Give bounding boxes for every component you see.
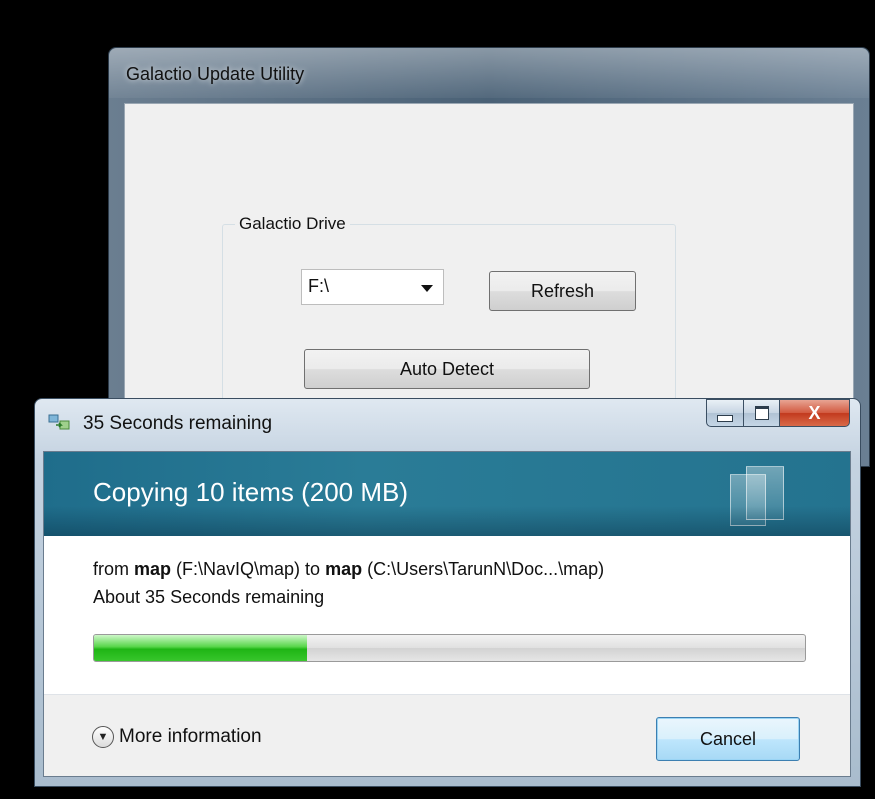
caption-buttons: X	[706, 399, 850, 429]
source-name[interactable]: map	[134, 559, 171, 579]
drive-group-label: Galactio Drive	[235, 214, 350, 234]
destination-path: (C:\Users\TarunN\Doc...\map)	[362, 559, 605, 579]
progress-fill	[94, 635, 308, 661]
source-path: (F:\NavIQ\map) to	[171, 559, 326, 579]
dialog-client-area: Copying 10 items (200 MB) from map (F:\N…	[43, 451, 851, 777]
banner-heading: Copying 10 items (200 MB)	[93, 477, 409, 507]
minimize-button[interactable]	[706, 399, 744, 427]
minimize-icon	[717, 414, 733, 422]
from-prefix: from	[93, 559, 135, 579]
time-remaining: About 35 Seconds remaining	[93, 587, 325, 607]
maximize-icon	[754, 406, 769, 420]
copy-progress-dialog: 35 Seconds remaining X Copying 10 items …	[34, 398, 861, 787]
refresh-button[interactable]: Refresh	[489, 271, 636, 311]
chevron-down-icon[interactable]: ▼	[92, 726, 114, 748]
dialog-title: 35 Seconds remaining	[83, 413, 273, 434]
more-information-label: More information	[119, 726, 262, 747]
dialog-footer: ▼ More information Cancel	[44, 695, 850, 776]
destination-name[interactable]: map	[325, 559, 362, 579]
auto-detect-button[interactable]: Auto Detect	[304, 349, 590, 389]
drive-select-value: F:\	[308, 276, 329, 296]
copy-progress-bar	[93, 634, 806, 662]
close-button[interactable]: X	[780, 399, 850, 427]
drive-select[interactable]: F:\	[301, 269, 444, 305]
more-information-toggle[interactable]: ▼ More information	[92, 726, 262, 748]
documents-icon	[726, 462, 796, 528]
copy-files-icon	[48, 414, 70, 430]
copy-source-destination: from map (F:\NavIQ\map) to map (C:\Users…	[93, 559, 604, 580]
window-title: Galactio Update Utility	[126, 64, 305, 84]
cancel-button[interactable]: Cancel	[656, 717, 800, 761]
copy-banner: Copying 10 items (200 MB)	[44, 452, 850, 536]
maximize-button[interactable]	[744, 399, 780, 427]
dropdown-arrow-icon[interactable]	[421, 285, 433, 292]
close-icon: X	[808, 402, 821, 423]
